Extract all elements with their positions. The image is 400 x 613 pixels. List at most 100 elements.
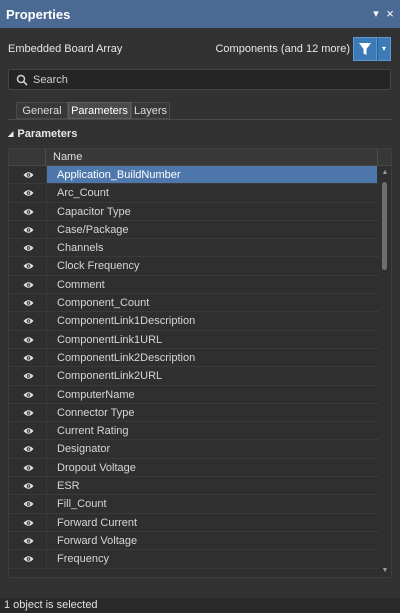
table-row[interactable]: Arc_Count: [9, 184, 379, 203]
eye-icon[interactable]: [23, 500, 34, 508]
visibility-toggle[interactable]: [9, 331, 46, 348]
parameter-name-cell[interactable]: Clock Frequency: [46, 257, 377, 275]
eye-icon[interactable]: [23, 372, 34, 380]
column-header-name[interactable]: Name: [53, 151, 82, 163]
parameter-name-cell[interactable]: Case/Package: [46, 220, 377, 239]
visibility-toggle[interactable]: [9, 477, 46, 494]
tab-layers[interactable]: Layers: [131, 102, 170, 119]
panel-close-button[interactable]: ×: [384, 7, 396, 21]
parameter-name-cell[interactable]: ComputerName: [46, 385, 377, 403]
visibility-toggle[interactable]: [9, 550, 46, 567]
eye-icon[interactable]: [23, 171, 34, 179]
eye-icon[interactable]: [23, 409, 34, 417]
parameter-name-cell[interactable]: ComponentLink2URL: [46, 367, 377, 385]
table-row[interactable]: Current Rating: [9, 422, 379, 441]
eye-icon[interactable]: [23, 208, 34, 216]
table-row[interactable]: Capacitor Type: [9, 202, 379, 221]
table-row[interactable]: Case/Package: [9, 220, 379, 240]
parameter-name-cell[interactable]: Connector Type: [46, 403, 377, 422]
scroll-down-icon[interactable]: ▼: [381, 567, 389, 575]
visibility-toggle[interactable]: [9, 532, 46, 549]
parameter-name-cell[interactable]: ComponentLink1Description: [46, 312, 377, 330]
filter-dropdown-button[interactable]: ▾: [377, 37, 391, 61]
eye-icon[interactable]: [23, 226, 34, 234]
filter-button[interactable]: [353, 37, 377, 61]
panel-menu-button[interactable]: ▾: [370, 7, 382, 21]
parameter-name-cell[interactable]: Component_Count: [46, 294, 377, 312]
table-row[interactable]: Forward Voltage: [9, 531, 379, 551]
eye-icon[interactable]: [23, 482, 34, 490]
column-divider[interactable]: [377, 149, 378, 165]
eye-icon[interactable]: [23, 299, 34, 307]
visibility-toggle[interactable]: [9, 166, 46, 183]
table-row[interactable]: ESR: [9, 477, 379, 496]
table-row[interactable]: ComponentLink2URL: [9, 367, 379, 386]
parameter-name-cell[interactable]: Dropout Voltage: [46, 458, 377, 477]
visibility-toggle[interactable]: [9, 276, 46, 293]
visibility-toggle[interactable]: [9, 422, 46, 439]
table-row[interactable]: Designator: [9, 440, 379, 459]
parameter-name-cell[interactable]: ComponentLink1URL: [46, 330, 377, 348]
eye-icon[interactable]: [23, 262, 34, 270]
tab-general[interactable]: General: [16, 102, 68, 119]
table-row[interactable]: Connector Type: [9, 403, 379, 423]
visibility-toggle[interactable]: [9, 495, 46, 512]
eye-icon[interactable]: [23, 281, 34, 289]
scrollbar-thumb[interactable]: [382, 182, 387, 270]
parameter-name-cell[interactable]: ComponentLink2Description: [46, 348, 377, 367]
scroll-up-icon[interactable]: ▲: [381, 169, 389, 177]
eye-icon[interactable]: [23, 427, 34, 435]
parameter-name-cell[interactable]: Designator: [46, 440, 377, 458]
table-row[interactable]: Clock Frequency: [9, 257, 379, 276]
search-field[interactable]: [8, 69, 391, 90]
table-row[interactable]: Dropout Voltage: [9, 458, 379, 478]
table-row[interactable]: Fill_Count: [9, 495, 379, 514]
parameter-name-cell[interactable]: Arc_Count: [46, 184, 377, 202]
table-row[interactable]: ComputerName: [9, 385, 379, 404]
visibility-toggle[interactable]: [9, 459, 46, 476]
parameter-name-cell[interactable]: Current Rating: [46, 422, 377, 440]
parameter-name-cell[interactable]: Application_BuildNumber: [46, 166, 377, 184]
parameter-name-cell[interactable]: Fill_Count: [46, 495, 377, 513]
visibility-toggle[interactable]: [9, 349, 46, 366]
visibility-toggle[interactable]: [9, 257, 46, 274]
table-row[interactable]: Comment: [9, 275, 379, 295]
table-row[interactable]: Application_BuildNumber: [9, 166, 379, 185]
visibility-toggle[interactable]: [9, 184, 46, 201]
parameter-name-cell[interactable]: ESR: [46, 477, 377, 495]
table-row[interactable]: ComponentLink1URL: [9, 330, 379, 349]
visibility-toggle[interactable]: [9, 221, 46, 238]
table-row[interactable]: ComponentLink1Description: [9, 312, 379, 331]
parameter-name-cell[interactable]: Comment: [46, 275, 377, 294]
visibility-toggle[interactable]: [9, 239, 46, 256]
eye-icon[interactable]: [23, 391, 34, 399]
eye-icon[interactable]: [23, 336, 34, 344]
visibility-toggle[interactable]: [9, 294, 46, 311]
visibility-toggle[interactable]: [9, 386, 46, 403]
vertical-scrollbar[interactable]: ▲ ▼: [379, 166, 391, 577]
column-divider[interactable]: [45, 149, 46, 165]
visibility-toggle[interactable]: [9, 312, 46, 329]
visibility-toggle[interactable]: [9, 367, 46, 384]
tab-parameters[interactable]: Parameters: [68, 102, 131, 119]
visibility-toggle[interactable]: [9, 514, 46, 531]
eye-icon[interactable]: [23, 555, 34, 563]
visibility-toggle[interactable]: [9, 404, 46, 421]
eye-icon[interactable]: [23, 189, 34, 197]
table-row[interactable]: Channels: [9, 239, 379, 258]
eye-icon[interactable]: [23, 445, 34, 453]
visibility-toggle[interactable]: [9, 440, 46, 457]
table-row[interactable]: ComponentLink2Description: [9, 348, 379, 368]
search-input[interactable]: [33, 71, 373, 88]
parameter-name-cell[interactable]: Frequency: [46, 550, 377, 568]
eye-icon[interactable]: [23, 317, 34, 325]
parameter-name-cell[interactable]: Forward Voltage: [46, 531, 377, 550]
table-row[interactable]: Forward Current: [9, 513, 379, 532]
parameter-name-cell[interactable]: Forward Current: [46, 513, 377, 531]
table-row[interactable]: Frequency: [9, 550, 379, 569]
parameters-section-header[interactable]: ◢ Parameters: [8, 128, 77, 140]
parameter-name-cell[interactable]: Channels: [46, 239, 377, 257]
collapse-triangle-icon[interactable]: ◢: [8, 131, 13, 138]
eye-icon[interactable]: [23, 354, 34, 362]
eye-icon[interactable]: [23, 244, 34, 252]
